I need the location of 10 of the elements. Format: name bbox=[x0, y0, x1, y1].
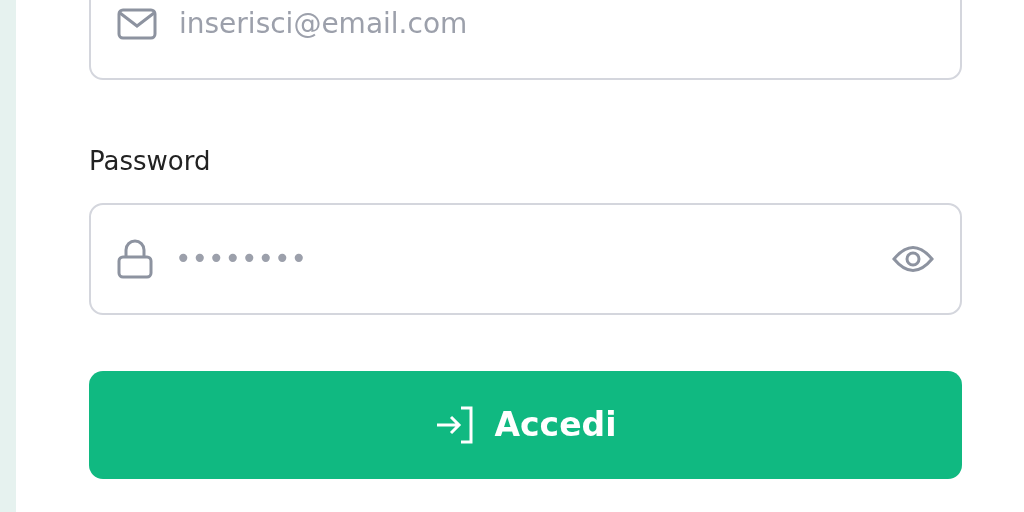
password-input[interactable]: •••••••• bbox=[175, 238, 870, 280]
password-label: Password bbox=[89, 145, 211, 178]
login-button[interactable]: Accedi bbox=[89, 371, 962, 479]
lock-icon bbox=[117, 239, 153, 279]
email-input[interactable]: inserisci@email.com bbox=[179, 3, 934, 45]
envelope-icon bbox=[117, 8, 157, 40]
show-password-icon[interactable] bbox=[892, 244, 934, 274]
password-field[interactable]: •••••••• bbox=[89, 203, 962, 315]
sign-in-icon bbox=[434, 406, 475, 444]
email-field[interactable]: inserisci@email.com bbox=[89, 0, 962, 80]
